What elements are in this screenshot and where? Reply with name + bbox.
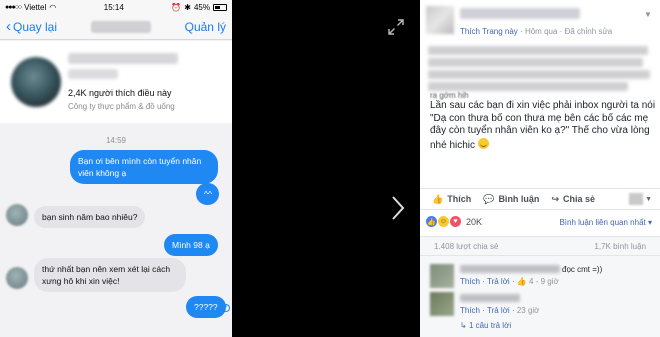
comment-like-link[interactable]: Thích (460, 277, 480, 286)
comment-sort-dropdown[interactable]: Bình luận liên quan nhất ▾ (559, 218, 652, 227)
page-category: Công ty thực phẩm & đồ uống (68, 102, 175, 111)
edited-label[interactable]: Đã chỉnh sửa (565, 27, 613, 36)
user-avatar (629, 193, 644, 205)
page-name-blurred (68, 53, 178, 64)
next-photo-chevron-icon[interactable] (391, 195, 405, 221)
comment-like-icon: 👍 (516, 277, 527, 286)
post-text-partial: ra gớm hih (430, 91, 469, 100)
manage-button[interactable]: Quản lý (185, 20, 226, 34)
message-bubble-in: thứ nhất bạn nên xem xét lại cách xưng h… (34, 258, 186, 292)
haha-reaction-icon: ☺ (438, 216, 449, 227)
comments-section: đọc cmt =)) Thích · Trả lời · 👍 4 · 9 gi… (420, 256, 660, 337)
post-text-blurred (428, 82, 628, 91)
message-timestamp: 14:59 (105, 136, 127, 145)
reply-arrow-icon: ↳ (460, 321, 467, 330)
chat-title-blurred (90, 20, 151, 33)
like-button[interactable]: 👍 Thích (432, 194, 471, 205)
share-count[interactable]: 1.408 lượt chia sẻ (434, 242, 498, 251)
page-name-blurred-line2 (68, 69, 118, 79)
message-bubble-out: ????? (186, 296, 226, 318)
message-bubble-out: Mình 98 ạ (164, 234, 218, 256)
sender-avatar (6, 204, 28, 226)
smile-emoji-icon (477, 137, 489, 149)
carrier-label: Viettel (24, 2, 47, 12)
comment-icon: 💬 (483, 193, 495, 204)
expand-icon[interactable] (388, 19, 404, 35)
love-reaction-icon: ♥ (450, 216, 461, 227)
messenger-screenshot: ●●●○○ Viettel ◠ 15:14 ⏰ ✱ 45% ‹ Quay lại… (0, 0, 232, 337)
page-likes: 2,4K người thích điều này (68, 88, 172, 98)
comment-button[interactable]: 💬 Bình luận (483, 194, 539, 205)
comment-author-blurred (460, 294, 520, 302)
reactions-count: 20K (466, 216, 483, 227)
post-action-bar: 👍 Thích 💬 Bình luận ↪ Chia sẻ ▼ (420, 188, 660, 210)
post-panel: ▼ Thích Trang này · Hôm qua · Đã chỉnh s… (420, 0, 660, 337)
alarm-icon: ⏰ (171, 2, 182, 12)
comment-like-link[interactable]: Thích (460, 306, 480, 315)
clock: 15:14 (103, 2, 124, 12)
comment-reply-link[interactable]: Trả lời (487, 277, 510, 286)
comment-reply-link[interactable]: Trả lời (487, 306, 510, 315)
comment-text-blurred (460, 265, 560, 273)
comment-actions: Thích · Trả lời · 👍 4 · 9 giờ (460, 277, 559, 286)
message-bubble-out: ^^ (196, 183, 219, 205)
sender-avatar (6, 267, 28, 289)
share-button[interactable]: ↪ Chia sẻ (551, 194, 595, 205)
message-bubble-in: bạn sinh năm bao nhiêu? (34, 206, 146, 228)
post-stats: 1.408 lượt chia sẻ 1,7K bình luận (420, 236, 660, 256)
battery-icon (213, 3, 227, 11)
comment-time[interactable]: 23 giờ (517, 306, 540, 315)
post-time[interactable]: Hôm qua (525, 27, 557, 36)
page-info-card: 2,4K người thích điều này Công ty thực p… (0, 41, 232, 123)
share-icon: ↪ (551, 193, 559, 204)
status-bar: ●●●○○ Viettel ◠ 15:14 ⏰ ✱ 45% (0, 0, 232, 14)
seen-check-icon: ✓ (222, 304, 230, 312)
message-bubble-out: Bạn ơi bên mình còn tuyển nhân viên khôn… (70, 150, 218, 184)
post-text-blurred (428, 46, 648, 55)
commenter-avatar[interactable] (430, 264, 454, 288)
comment-count[interactable]: 1,7K bình luận (594, 242, 646, 251)
page-name-blurred[interactable] (460, 8, 580, 19)
share-as-selector[interactable]: ▼ (629, 193, 652, 205)
caret-down-icon: ▼ (645, 195, 652, 203)
back-button[interactable]: ‹ Quay lại (6, 19, 57, 34)
post-text-blurred (428, 58, 643, 67)
battery-percent: 45% (193, 2, 210, 12)
caret-down-icon: ▾ (647, 218, 652, 227)
comment-text: đọc cmt =)) (562, 265, 603, 274)
commenter-avatar[interactable] (430, 292, 454, 316)
post-text: Lần sau các bạn đi xin việc phải inbox n… (430, 100, 656, 151)
back-label: Quay lại (13, 19, 58, 34)
post-text-blurred (428, 70, 650, 79)
comment-time[interactable]: 9 giờ (541, 277, 559, 286)
like-page-link[interactable]: Thích Trang này (460, 27, 518, 36)
post-options-chevron-icon[interactable]: ▼ (644, 10, 652, 19)
nav-bar: ‹ Quay lại Quản lý (0, 14, 232, 40)
thumbs-up-icon: 👍 (432, 193, 444, 204)
signal-icon: ●●●○○ (5, 3, 22, 11)
post-meta: Thích Trang này · Hôm qua · Đã chỉnh sửa (460, 27, 613, 36)
chevron-left-icon: ‹ (6, 18, 11, 35)
page-avatar[interactable] (11, 57, 61, 107)
reactions-summary[interactable]: 👍 ☺ ♥ 20K (426, 216, 482, 227)
view-replies-link[interactable]: ↳ 1 câu trả lời (460, 321, 511, 330)
photo-viewer-backdrop (232, 0, 420, 337)
bluetooth-icon: ✱ (184, 2, 191, 12)
comment-like-count: 4 (529, 277, 534, 286)
comment-actions: Thích · Trả lời · 23 giờ (460, 306, 540, 315)
page-avatar[interactable] (426, 6, 454, 34)
wifi-icon: ◠ (49, 2, 57, 12)
like-reaction-icon: 👍 (426, 216, 437, 227)
